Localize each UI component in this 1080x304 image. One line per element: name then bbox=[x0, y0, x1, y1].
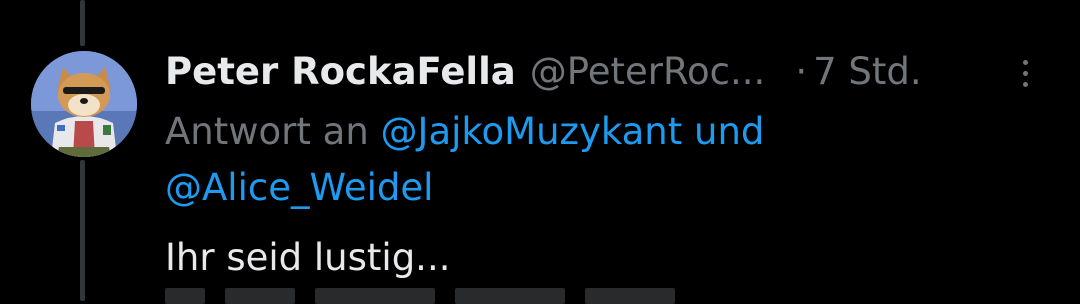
mention-link[interactable]: @JajkoMuzykant bbox=[381, 110, 683, 153]
tweet-body-overflow bbox=[165, 288, 785, 304]
more-vertical-icon[interactable] bbox=[1018, 58, 1032, 88]
reply-context: Antwort an @JajkoMuzykant und @Alice_Wei… bbox=[165, 104, 1045, 216]
mention-link[interactable]: @Alice_Weidel bbox=[165, 166, 433, 209]
reply-prefix: Antwort an bbox=[165, 110, 369, 153]
tweet-header: Peter RockaFella @PeterRoc... · 7 Std. bbox=[165, 44, 922, 98]
separator-dot: · bbox=[795, 49, 808, 93]
tweet-timestamp[interactable]: 7 Std. bbox=[813, 50, 922, 93]
author-display-name[interactable]: Peter RockaFella bbox=[165, 50, 516, 93]
author-handle[interactable]: @PeterRoc... bbox=[530, 50, 766, 93]
tweet-body-text: Ihr seid lustig... bbox=[165, 236, 451, 279]
thread-connector-top bbox=[80, 0, 85, 46]
avatar[interactable] bbox=[31, 51, 137, 157]
shiba-dog-avatar-icon bbox=[31, 51, 137, 157]
mention-joiner: und bbox=[694, 110, 765, 153]
thread-connector-bottom bbox=[80, 160, 85, 301]
